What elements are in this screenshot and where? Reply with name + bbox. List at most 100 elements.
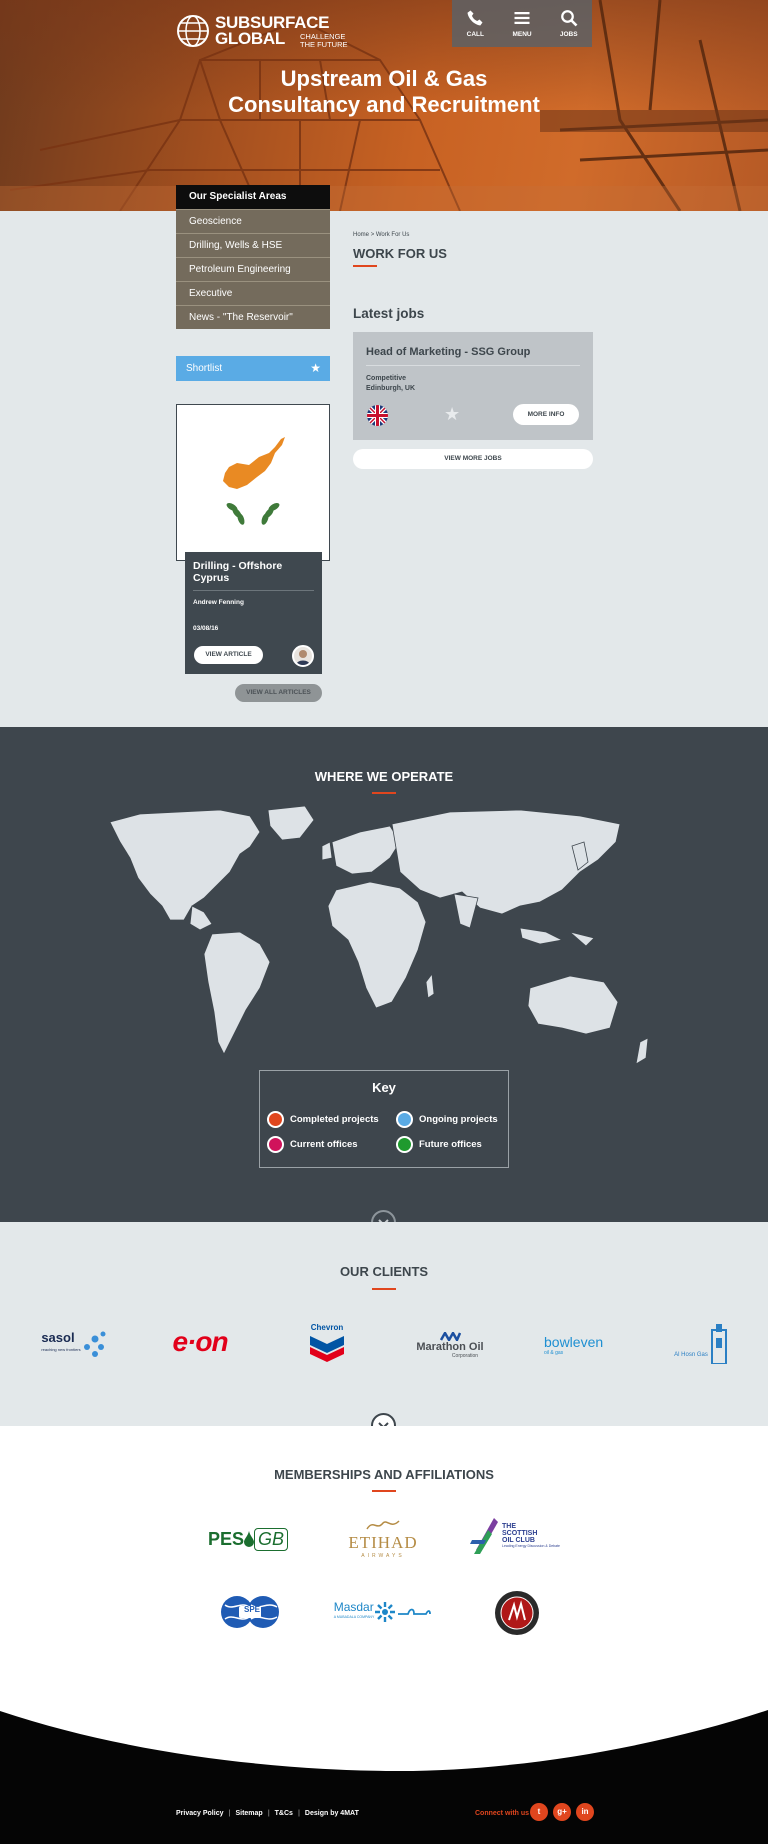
- key-label-completed: Completed projects: [290, 1114, 379, 1125]
- linkedin-icon[interactable]: in: [576, 1803, 594, 1821]
- al-hosn-tower-icon: [710, 1324, 727, 1364]
- future-dot-icon: [396, 1136, 413, 1153]
- job-details: Competitive Edinburgh, UK: [366, 374, 415, 393]
- current-dot-icon: [267, 1136, 284, 1153]
- marathon-subtext: Corporation: [451, 1352, 479, 1359]
- shortlist-star-icon[interactable]: ★: [444, 404, 460, 425]
- specialist-areas-nav: Our Specialist Areas Geoscience Drilling…: [176, 185, 330, 329]
- sidebar-item-geoscience[interactable]: Geoscience: [176, 209, 330, 233]
- logo-tagline-2: THE FUTURE: [300, 40, 348, 49]
- sitemap-link[interactable]: Sitemap: [235, 1810, 262, 1817]
- terms-link[interactable]: T&Cs: [275, 1810, 293, 1817]
- globe-logo-icon: [177, 15, 209, 47]
- eon-logo[interactable]: e·on: [156, 1322, 244, 1362]
- sidebar-item-petroleum-engineering[interactable]: Petroleum Engineering: [176, 257, 330, 281]
- view-article-button[interactable]: VIEW ARTICLE: [194, 646, 263, 664]
- article-title: Drilling - Offshore Cyprus: [193, 560, 314, 591]
- uk-flag-graphic: [367, 405, 388, 426]
- sasol-molecule-icon: [83, 1331, 106, 1357]
- sidebar-item-drilling[interactable]: Drilling, Wells & HSE: [176, 233, 330, 257]
- clients-heading: OUR CLIENTS: [339, 1264, 429, 1279]
- shortlist-button[interactable]: Shortlist ★: [176, 356, 330, 381]
- job-salary: Competitive: [366, 375, 407, 382]
- memberships-section: MEMBERSHIPS AND AFFILIATIONS PES GB ETIH…: [0, 1426, 768, 1844]
- breadcrumb-current: Work For Us: [375, 232, 410, 238]
- footer-separator: |: [297, 1810, 300, 1817]
- hero-heading: Upstream Oil & Gas Consultancy and Recru…: [0, 66, 768, 118]
- key-current-offices: Current offices: [267, 1136, 358, 1153]
- job-title[interactable]: Head of Marketing - SSG Group: [366, 346, 530, 358]
- view-more-jobs-button[interactable]: VIEW MORE JOBS: [353, 449, 593, 469]
- specialist-areas-heading: Our Specialist Areas: [176, 185, 330, 209]
- jobs-button[interactable]: JOBS: [545, 0, 592, 47]
- google-plus-icon[interactable]: g+: [553, 1803, 571, 1821]
- sidebar-item-executive[interactable]: Executive: [176, 281, 330, 305]
- sasol-text: sasol: [41, 1330, 75, 1345]
- where-we-operate-heading: WHERE WE OPERATE: [314, 769, 454, 784]
- privacy-policy-link[interactable]: Privacy Policy: [176, 1810, 223, 1817]
- footer-links: Privacy Policy | Sitemap | T&Cs | Design…: [176, 1810, 359, 1817]
- page-title: WORK FOR US: [353, 246, 447, 261]
- call-label: CALL: [466, 31, 484, 38]
- marathon-oil-logo[interactable]: Marathon Oil Corporation: [410, 1328, 490, 1362]
- job-location: Edinburgh, UK: [366, 384, 415, 392]
- jobs-label: JOBS: [559, 31, 578, 38]
- menu-label: MENU: [512, 31, 532, 38]
- marathon-mark-icon: [439, 1331, 461, 1341]
- author-photo-icon: [296, 650, 310, 665]
- map-key: Key Completed projects Ongoing projects …: [259, 1070, 509, 1168]
- eon-wordmark: e·on: [172, 1326, 228, 1357]
- article-date: 03/08/16: [193, 625, 219, 632]
- phone-icon: [467, 10, 483, 26]
- bowleven-logo[interactable]: bowleven oil & gas: [544, 1330, 616, 1360]
- view-all-articles-button[interactable]: VIEW ALL ARTICLES: [235, 684, 322, 702]
- completed-dot-icon: [267, 1111, 284, 1128]
- key-label-future: Future offices: [419, 1139, 482, 1150]
- breadcrumb-home[interactable]: Home: [353, 232, 369, 238]
- article-info: Drilling - Offshore Cyprus Andrew Fennin…: [185, 552, 322, 674]
- breadcrumb: Home > Work For Us: [353, 232, 409, 238]
- call-button[interactable]: CALL: [452, 0, 499, 47]
- menu-button[interactable]: MENU: [499, 0, 546, 47]
- key-ongoing-projects: Ongoing projects: [396, 1111, 498, 1128]
- design-credit-link[interactable]: Design by 4MAT: [305, 1810, 359, 1817]
- connect-with-us-label: Connect with us: [475, 1810, 530, 1817]
- al-hosn-gas-logo[interactable]: Al Hosn Gas: [668, 1322, 736, 1366]
- article-author: Andrew Fenning: [193, 599, 244, 606]
- clients-underline: [372, 1288, 396, 1290]
- key-completed-projects: Completed projects: [267, 1111, 379, 1128]
- latest-jobs-heading: Latest jobs: [353, 306, 425, 321]
- where-we-operate-section: WHERE WE OPERATE Key Completed projects …: [0, 727, 768, 1222]
- search-icon: [560, 10, 578, 27]
- site-logo[interactable]: SUBSURFACE GLOBAL CHALLENGE THE FUTURE: [176, 14, 348, 49]
- footer: Privacy Policy | Sitemap | T&Cs | Design…: [0, 1426, 768, 1844]
- operate-underline: [372, 792, 396, 794]
- bowleven-subtext: oil & gas: [544, 1350, 564, 1356]
- key-label-current: Current offices: [290, 1139, 358, 1150]
- chevron-logo[interactable]: Chevron: [302, 1318, 352, 1366]
- sasol-tagline: reaching new frontiers: [41, 1347, 81, 1352]
- title-underline: [353, 265, 377, 267]
- sasol-logo[interactable]: sasol reaching new frontiers: [34, 1326, 114, 1362]
- footer-separator: |: [228, 1810, 231, 1817]
- ongoing-dot-icon: [396, 1111, 413, 1128]
- chevron-emblem-icon: [310, 1335, 344, 1362]
- breadcrumb-separator: >: [370, 232, 375, 238]
- uk-flag-icon: [367, 405, 388, 426]
- shortlist-label: Shortlist: [186, 363, 223, 374]
- more-info-button[interactable]: MORE INFO: [513, 404, 579, 425]
- key-future-offices: Future offices: [396, 1136, 482, 1153]
- logo-tagline: CHALLENGE THE FUTURE: [300, 33, 360, 49]
- clients-section: OUR CLIENTS sasol reaching new frontiers…: [0, 1222, 768, 1426]
- article-card: Drilling - Offshore Cyprus Andrew Fennin…: [176, 404, 330, 674]
- hero-heading-line-2: Consultancy and Recruitment: [228, 92, 540, 117]
- menu-icon: [514, 12, 530, 24]
- article-title-line-2: Cyprus: [193, 572, 230, 584]
- hero-banner: SUBSURFACE GLOBAL CHALLENGE THE FUTURE C…: [0, 0, 768, 211]
- star-icon: ★: [310, 361, 321, 375]
- job-card: Head of Marketing - SSG Group Competitiv…: [353, 332, 593, 440]
- twitter-icon[interactable]: t: [530, 1803, 548, 1821]
- sidebar-item-news[interactable]: News - "The Reservoir": [176, 305, 330, 329]
- article-title-line-1: Drilling - Offshore: [193, 560, 283, 572]
- cyprus-flag-image: [176, 404, 330, 561]
